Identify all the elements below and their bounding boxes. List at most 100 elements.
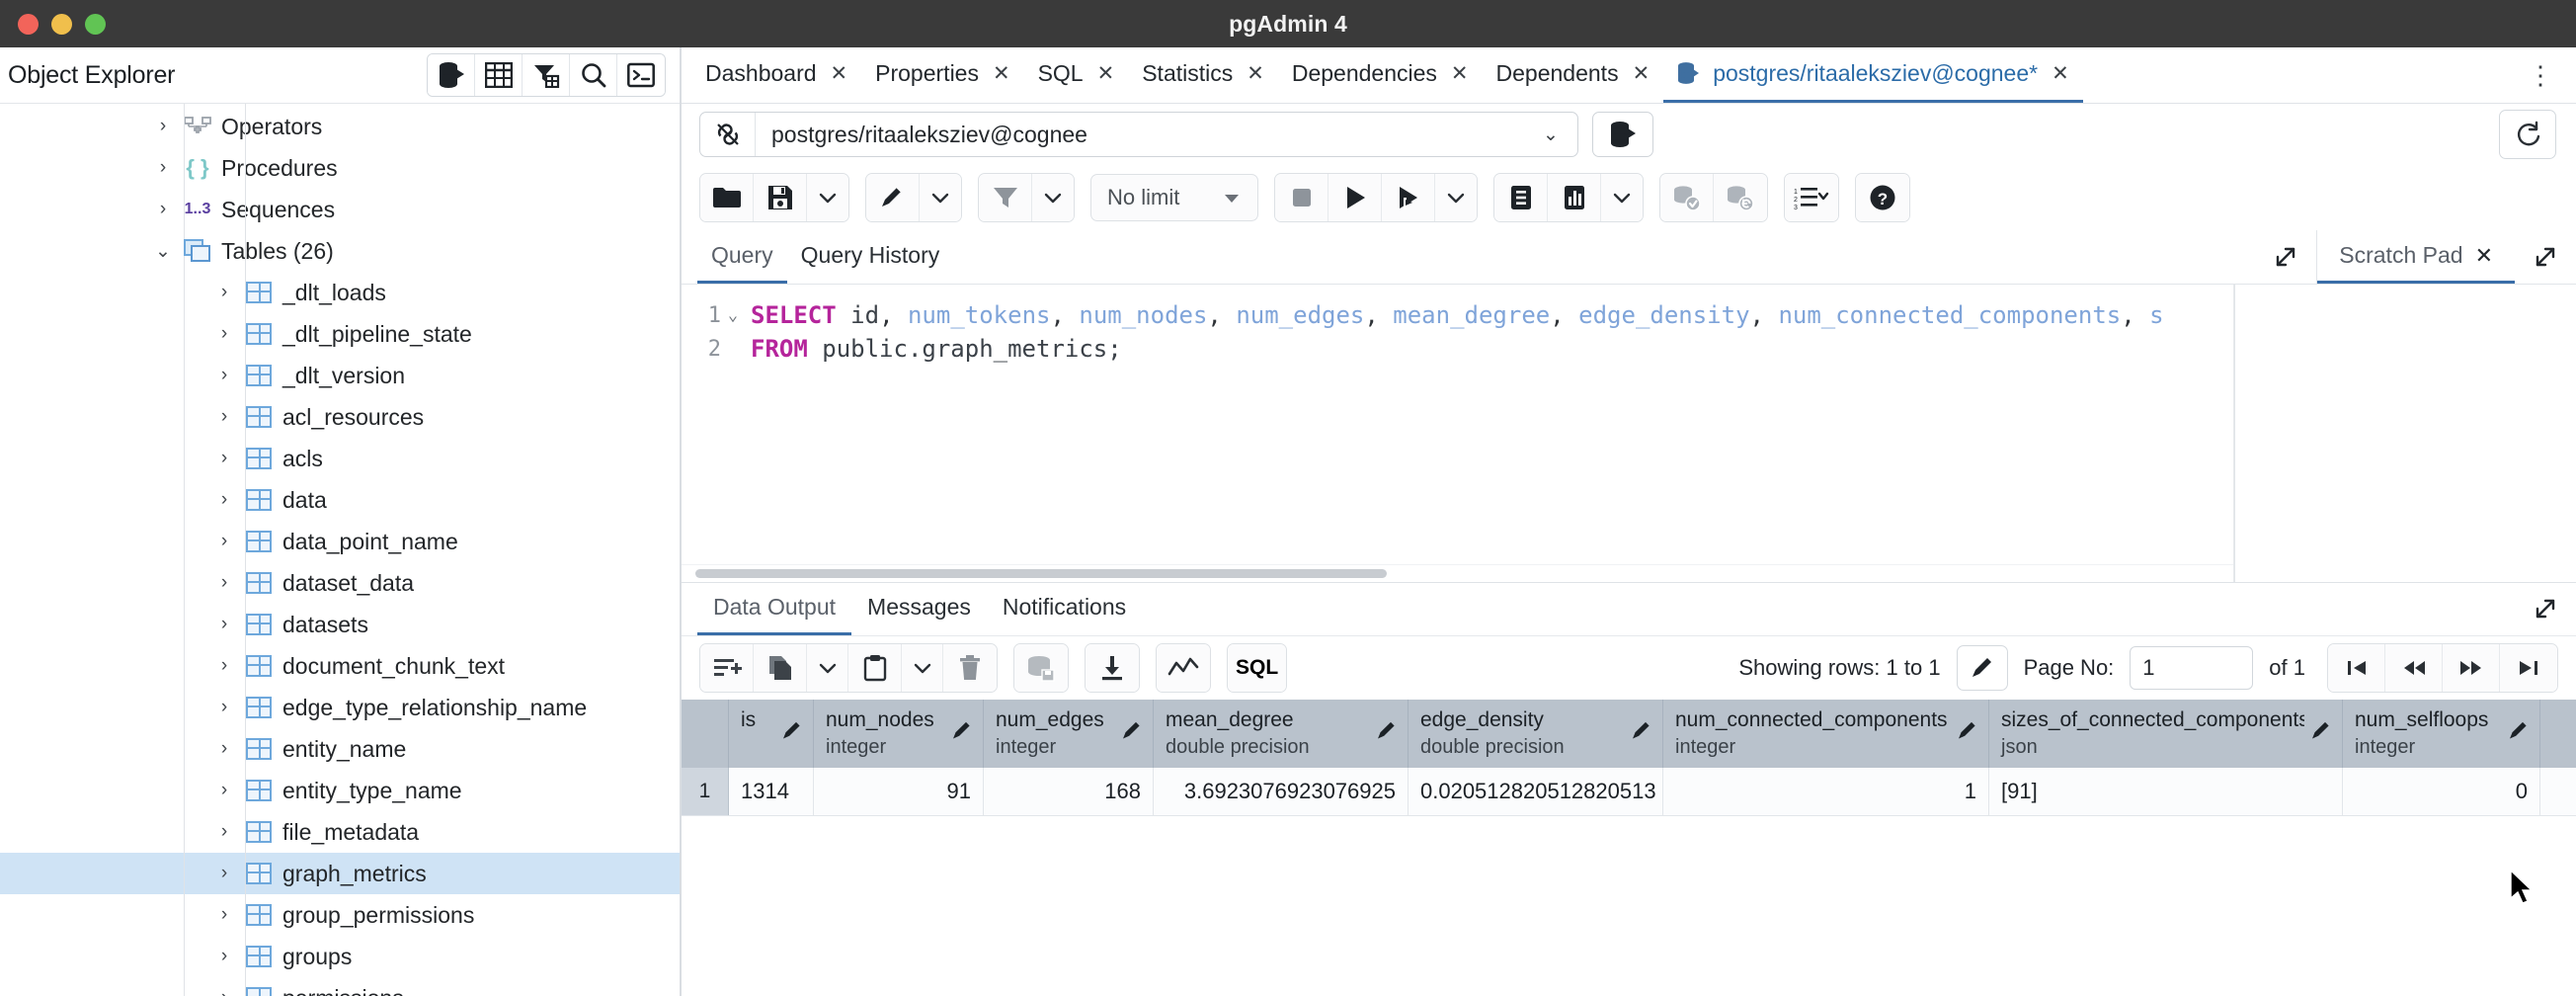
- tab-postgres-ritaaleksziev-cognee[interactable]: postgres/ritaaleksziev@cognee* ✕: [1663, 47, 2083, 103]
- edit-column-pencil-icon[interactable]: [1957, 720, 1978, 747]
- rollback-icon[interactable]: [1714, 174, 1767, 221]
- edit-column-pencil-icon[interactable]: [1376, 720, 1398, 747]
- chevron-right-icon[interactable]: ›: [209, 572, 239, 594]
- more-options-menu-icon[interactable]: ⋮: [2521, 47, 2560, 103]
- download-csv-icon[interactable]: [1086, 643, 1139, 692]
- sidebar-item-dataset-data[interactable]: › dataset_data: [0, 562, 680, 604]
- column-header-num-nodes[interactable]: num_nodes integer: [814, 699, 984, 768]
- edit-column-pencil-icon[interactable]: [951, 720, 973, 747]
- expand-query-panel-button[interactable]: [2255, 230, 2316, 284]
- filter-dropdown-icon[interactable]: [1032, 174, 1074, 221]
- paste-dropdown-icon[interactable]: [902, 643, 943, 692]
- close-icon[interactable]: ✕: [1247, 63, 1264, 84]
- sidebar-item-data[interactable]: › data: [0, 479, 680, 521]
- save-file-dropdown-icon[interactable]: [807, 174, 848, 221]
- explain-icon[interactable]: [1494, 174, 1548, 221]
- cell-num-selfloops[interactable]: 0: [2343, 767, 2540, 815]
- edit-column-pencil-icon[interactable]: [781, 720, 803, 747]
- sidebar-item-graph-metrics[interactable]: › graph_metrics: [0, 853, 680, 894]
- copy-dropdown-icon[interactable]: [807, 643, 848, 692]
- tab-dependencies[interactable]: Dependencies ✕: [1278, 47, 1483, 103]
- commit-icon[interactable]: [1660, 174, 1714, 221]
- chevron-right-icon[interactable]: ›: [148, 157, 178, 179]
- close-icon[interactable]: ✕: [1633, 63, 1650, 84]
- sidebar-item-acls[interactable]: › acls: [0, 438, 680, 479]
- tab-dashboard[interactable]: Dashboard ✕: [691, 47, 861, 103]
- first-page-button[interactable]: [2328, 643, 2385, 692]
- editor-horizontal-scrollbar[interactable]: [682, 563, 2233, 582]
- sidebar-item-tables-26[interactable]: ⌄ Tables (26): [0, 230, 680, 272]
- close-icon[interactable]: ✕: [993, 63, 1010, 84]
- edit-rows-pencil-icon[interactable]: [1956, 644, 2008, 691]
- table-grid-icon[interactable]: [475, 54, 523, 96]
- close-icon[interactable]: ✕: [831, 63, 848, 84]
- cell-mean-degree[interactable]: 3.6923076923076925: [1154, 767, 1409, 815]
- edit-dropdown-icon[interactable]: [920, 174, 961, 221]
- query-tool-sql-button[interactable]: SQL: [1228, 643, 1287, 692]
- tab-properties[interactable]: Properties ✕: [861, 47, 1023, 103]
- column-header-num-connected-components[interactable]: num_connected_components integer: [1663, 699, 1989, 768]
- chevron-right-icon[interactable]: ›: [209, 904, 239, 926]
- tab-statistics[interactable]: Statistics ✕: [1128, 47, 1278, 103]
- chevron-right-icon[interactable]: ›: [209, 655, 239, 677]
- delete-row-icon[interactable]: [943, 643, 997, 692]
- chevron-right-icon[interactable]: ›: [209, 448, 239, 469]
- edit-column-pencil-icon[interactable]: [2508, 720, 2530, 747]
- sidebar-item-operators[interactable]: › Operators: [0, 106, 680, 147]
- sidebar-item-dlt-pipeline-state[interactable]: › _dlt_pipeline_state: [0, 313, 680, 355]
- tab-scratch-pad[interactable]: Scratch Pad ✕: [2317, 230, 2515, 284]
- chevron-right-icon[interactable]: ›: [209, 406, 239, 428]
- chevron-right-icon[interactable]: ›: [209, 738, 239, 760]
- chevron-right-icon[interactable]: ›: [209, 531, 239, 552]
- save-data-changes-icon[interactable]: [1014, 643, 1068, 692]
- explain-dropdown-icon[interactable]: [1601, 174, 1643, 221]
- code-fold-icon[interactable]: ⌄: [721, 305, 745, 325]
- page-no-input[interactable]: [2130, 645, 2254, 690]
- chevron-down-icon[interactable]: ⌄: [148, 240, 178, 263]
- tab-query[interactable]: Query: [697, 230, 787, 284]
- stop-query-icon[interactable]: [1275, 174, 1328, 221]
- chevron-right-icon[interactable]: ›: [209, 614, 239, 635]
- sidebar-item-entity-type-name[interactable]: › entity_type_name: [0, 770, 680, 811]
- chevron-right-icon[interactable]: ›: [209, 863, 239, 884]
- sidebar-item-dlt-version[interactable]: › _dlt_version: [0, 355, 680, 396]
- execute-query-icon[interactable]: [1328, 174, 1382, 221]
- connection-manager-button[interactable]: [1592, 112, 1653, 157]
- expand-data-output-button[interactable]: [2515, 583, 2576, 635]
- sidebar-item-acl-resources[interactable]: › acl_resources: [0, 396, 680, 438]
- chevron-right-icon[interactable]: ›: [209, 697, 239, 718]
- last-page-button[interactable]: [2500, 643, 2557, 692]
- sql-editor[interactable]: 1 ⌄ 2 SELECT id, num_tokens, num_nodes, nu…: [682, 285, 2233, 564]
- sidebar-item-procedures[interactable]: ›{ } Procedures: [0, 147, 680, 189]
- graph-visualiser-icon[interactable]: [1157, 643, 1210, 692]
- tab-query-history[interactable]: Query History: [787, 230, 954, 284]
- chevron-right-icon[interactable]: ›: [209, 282, 239, 303]
- edit-column-pencil-icon[interactable]: [2310, 720, 2332, 747]
- object-explorer-tree[interactable]: › Operators ›{ } Procedures › 1..3 Sequences ⌄ T…: [0, 104, 680, 996]
- chevron-right-icon[interactable]: ›: [209, 323, 239, 345]
- open-file-icon[interactable]: [700, 174, 754, 221]
- expand-scratch-pad-button[interactable]: [2515, 230, 2576, 284]
- sidebar-item-groups[interactable]: › groups: [0, 936, 680, 977]
- data-grid-wrap[interactable]: is num_nodes integer num_edges integer mean_d…: [682, 699, 2576, 996]
- tab-sql[interactable]: SQL ✕: [1024, 47, 1129, 103]
- paste-icon[interactable]: [848, 643, 902, 692]
- sidebar-item-edge-type-relationship-name[interactable]: › edge_type_relationship_name: [0, 687, 680, 728]
- filter-table-icon[interactable]: [523, 54, 570, 96]
- edit-column-pencil-icon[interactable]: [1631, 720, 1652, 747]
- chevron-right-icon[interactable]: ›: [148, 116, 178, 137]
- tab-messages[interactable]: Messages: [851, 583, 987, 635]
- sql-code[interactable]: SELECT id, num_tokens, num_nodes, num_ed…: [751, 285, 2233, 564]
- cell-is[interactable]: 1314: [729, 767, 814, 815]
- close-icon[interactable]: ✕: [1451, 63, 1469, 84]
- column-header-edge-density[interactable]: edge_density double precision: [1409, 699, 1663, 768]
- sidebar-item-sequences[interactable]: › 1..3 Sequences: [0, 189, 680, 230]
- sidebar-item-permissions[interactable]: › permissions: [0, 977, 680, 996]
- filter-icon[interactable]: [979, 174, 1032, 221]
- chevron-right-icon[interactable]: ›: [209, 489, 239, 511]
- next-page-button[interactable]: [2443, 643, 2500, 692]
- macros-list-icon[interactable]: 123: [1785, 174, 1838, 221]
- cell-edge-density[interactable]: 0.020512820512820513: [1409, 767, 1663, 815]
- sidebar-item-datasets[interactable]: › datasets: [0, 604, 680, 645]
- sidebar-item-entity-name[interactable]: › entity_name: [0, 728, 680, 770]
